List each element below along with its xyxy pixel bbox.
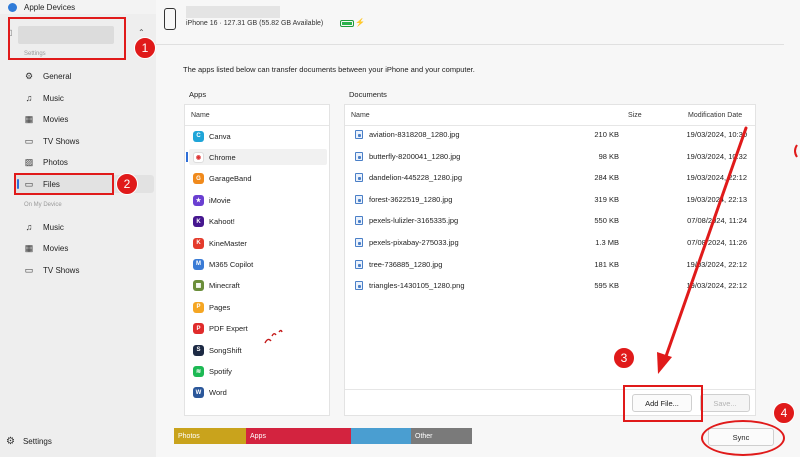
- annotation-arrow: [264, 126, 798, 374]
